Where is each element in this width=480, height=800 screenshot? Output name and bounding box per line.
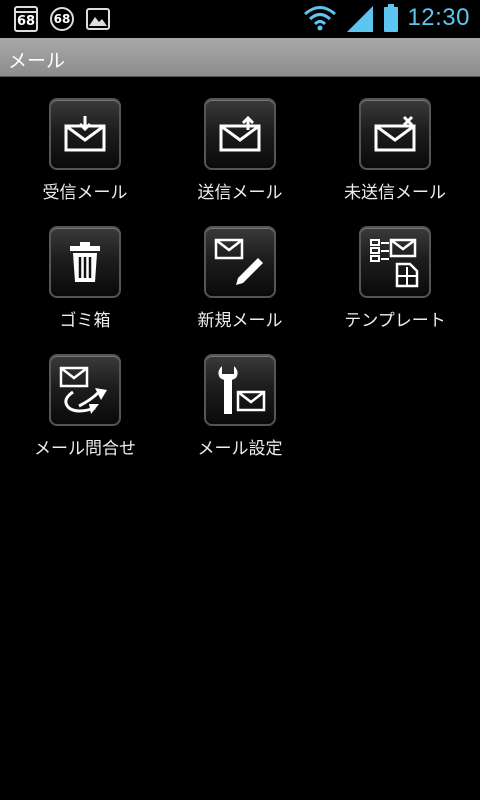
menu-item-sent[interactable]: 送信メール (165, 98, 315, 218)
battery-icon (384, 4, 399, 32)
sent-tile[interactable] (204, 98, 276, 170)
trash-tile[interactable] (49, 226, 121, 298)
template-icon (370, 238, 419, 288)
mail-unsent-icon (374, 115, 416, 152)
unsent-tile[interactable] (359, 98, 431, 170)
menu-item-settings[interactable]: メール設定 (165, 354, 315, 474)
menu-item-compose[interactable]: 新規メール (165, 226, 315, 346)
menu-item-label: 受信メール (42, 183, 128, 203)
mail-inquiry-icon (59, 366, 107, 414)
mail-send-icon (219, 115, 261, 152)
calendar-icon: 68 (14, 6, 38, 32)
page-title: メール (8, 50, 66, 72)
menu-item-label: 新規メール (197, 311, 283, 331)
menu-item-unsent[interactable]: 未送信メール (320, 98, 470, 218)
notification-number: 68 (53, 12, 71, 26)
menu-item-label: メール問合せ (34, 439, 136, 459)
menu-item-inquiry[interactable]: メール問合せ (10, 354, 160, 474)
notification-icon: 68 (50, 7, 74, 31)
gallery-icon (86, 8, 110, 30)
menu-item-label: 未送信メール (344, 183, 446, 203)
menu-item-label: ゴミ箱 (59, 311, 111, 331)
status-bar: 68 68 12:30 (0, 0, 480, 38)
menu-item-template[interactable]: テンプレート (320, 226, 470, 346)
trash-icon (70, 242, 100, 282)
menu-item-label: 送信メール (197, 183, 283, 203)
mail-settings-icon (218, 366, 266, 414)
template-tile[interactable] (359, 226, 431, 298)
menu-item-trash[interactable]: ゴミ箱 (10, 226, 160, 346)
mail-inbox-icon (64, 116, 106, 152)
menu-item-label: テンプレート (344, 311, 446, 331)
compose-tile[interactable] (204, 226, 276, 298)
menu-item-inbox[interactable]: 受信メール (10, 98, 160, 218)
mail-compose-icon (214, 238, 263, 285)
calendar-number: 68 (16, 14, 36, 29)
clock: 12:30 (407, 4, 470, 31)
title-bar: メール (0, 38, 480, 77)
inbox-tile[interactable] (49, 98, 121, 170)
wifi-icon (304, 6, 337, 31)
menu-item-label: メール設定 (197, 439, 283, 459)
inquiry-tile[interactable] (49, 354, 121, 426)
signal-icon (347, 6, 374, 32)
settings-tile[interactable] (204, 354, 276, 426)
